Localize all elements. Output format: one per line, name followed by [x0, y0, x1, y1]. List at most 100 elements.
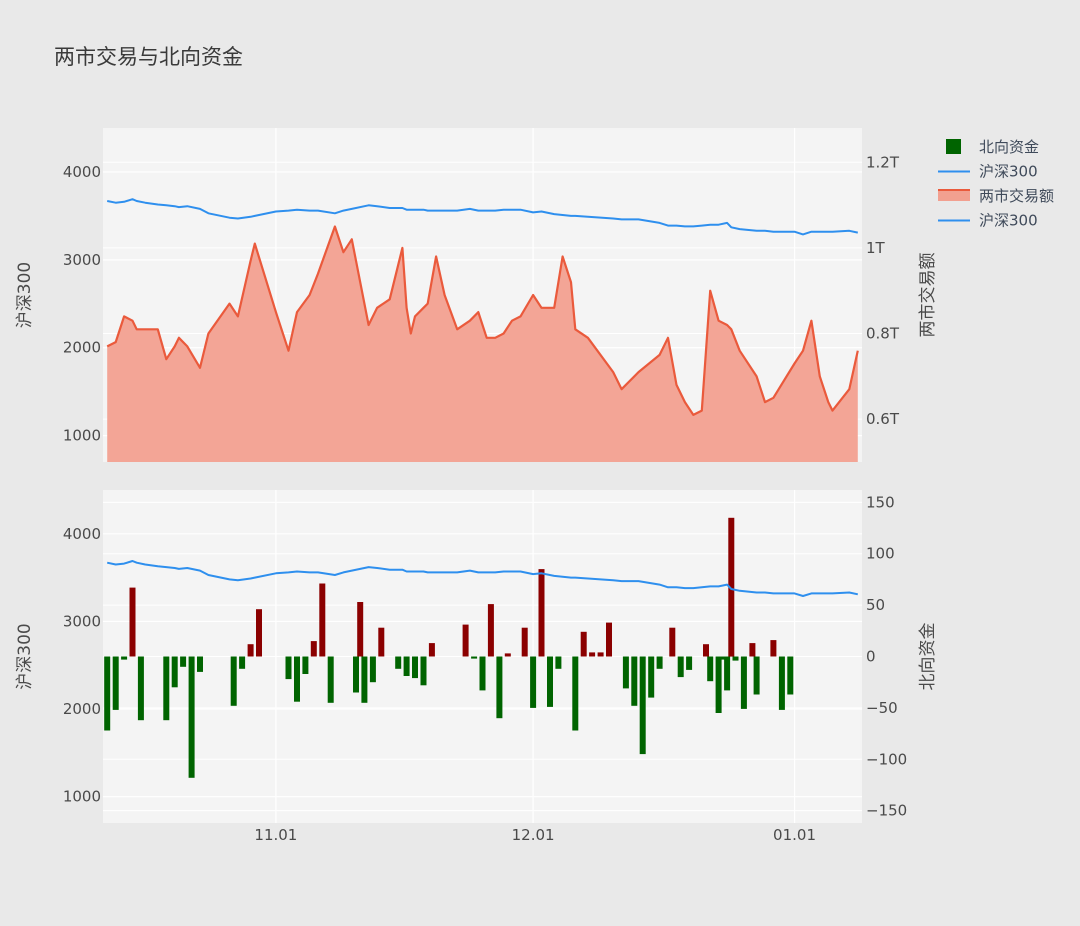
northbound-bar [580, 631, 587, 657]
northbound-bar [420, 656, 427, 686]
legend-swatch-square [946, 139, 961, 154]
northbound-bar [327, 656, 334, 703]
northbound-bar [129, 587, 136, 657]
northbound-bar [669, 627, 676, 657]
northbound-bar [403, 656, 410, 676]
legend-label: 北向资金 [979, 138, 1039, 156]
northbound-bar [479, 656, 486, 691]
y-left-axis-title: 沪深300 [15, 623, 35, 689]
northbound-bar [353, 656, 359, 693]
x-tick-label: 11.01 [254, 826, 297, 844]
northbound-bar [462, 624, 469, 657]
northbound-bar [631, 656, 638, 706]
y-right-tick-label: 100 [866, 545, 895, 563]
legend-label: 沪深300 [979, 212, 1038, 230]
northbound-bar [487, 604, 494, 657]
northbound-bar [724, 656, 731, 691]
northbound-bar [753, 656, 760, 695]
northbound-bar [319, 583, 326, 657]
northbound-bar [294, 656, 300, 702]
y-right-tick-label: 150 [866, 493, 895, 511]
northbound-bar [256, 609, 262, 657]
chart-title: 两市交易与北向资金 [54, 45, 243, 69]
northbound-bar [606, 622, 612, 657]
northbound-bar [188, 656, 195, 778]
northbound-bar [715, 656, 722, 713]
northbound-bar [656, 656, 663, 669]
northbound-bar [521, 627, 528, 657]
y-right-tick-label: 0.8T [866, 325, 900, 343]
northbound-bar [104, 656, 111, 731]
northbound-bar [504, 653, 511, 657]
legend-swatch-area [938, 190, 970, 201]
northbound-bar [648, 656, 655, 698]
y-left-tick-label: 2000 [63, 700, 101, 718]
northbound-bar [597, 652, 604, 657]
northbound-bar [137, 656, 144, 721]
northbound-bar [230, 656, 237, 706]
chart-figure: 两市交易与北向资金 1000 2000 3000 4000 0.6T 0.8T 1T 1.2T… [0, 0, 1080, 926]
y-right-tick-label: 0 [866, 648, 876, 666]
northbound-bar [732, 656, 739, 661]
northbound-bar [707, 656, 714, 682]
northbound-bar [639, 656, 646, 755]
northbound-bar [778, 656, 785, 710]
northbound-bar [239, 656, 246, 669]
northbound-bar [357, 602, 364, 657]
legend-label: 两市交易额 [979, 187, 1054, 205]
legend-label: 沪深300 [979, 163, 1038, 181]
northbound-bar [112, 656, 119, 710]
y-left-axis-title: 沪深300 [15, 262, 35, 328]
northbound-bar [496, 656, 503, 719]
y-left-tick-label: 3000 [63, 251, 101, 269]
y-right-tick-label: −100 [866, 750, 907, 768]
northbound-bar [369, 656, 376, 683]
northbound-bar [247, 644, 254, 657]
northbound-bar [361, 656, 368, 703]
y-right-tick-label: −50 [866, 699, 898, 717]
northbound-bar [121, 656, 128, 660]
northbound-bar [471, 656, 478, 659]
y-right-axis-title: 两市交易额 [918, 253, 938, 338]
y-left-tick-label: 1000 [63, 427, 101, 445]
x-tick-label: 12.01 [512, 826, 555, 844]
y-right-axis-title: 北向资金 [918, 623, 938, 691]
northbound-bar [163, 656, 170, 721]
northbound-bar [677, 656, 684, 678]
northbound-bar [686, 656, 693, 670]
y-right-tick-label: 1.2T [866, 153, 900, 171]
northbound-bar [395, 656, 402, 669]
y-left-tick-label: 2000 [63, 339, 101, 357]
northbound-bar [547, 656, 553, 707]
y-left-tick-label: 3000 [63, 612, 101, 630]
northbound-bar [171, 656, 178, 688]
northbound-bar [197, 656, 203, 672]
northbound-bar [622, 656, 629, 689]
northbound-bar [285, 656, 292, 680]
northbound-bar [538, 569, 545, 657]
northbound-bar [740, 656, 747, 709]
y-right-tick-label: 1T [866, 239, 886, 257]
northbound-bar [703, 644, 709, 657]
chart-canvas: 两市交易与北向资金 10002000300040000.6T0.8T1T1.2T… [15, 45, 1054, 844]
northbound-bar [428, 643, 435, 657]
y-left-tick-label: 4000 [63, 163, 101, 181]
y-left-tick-label: 1000 [63, 788, 101, 806]
northbound-bar [412, 656, 418, 679]
northbound-bar [310, 641, 317, 657]
northbound-bar [589, 652, 596, 657]
northbound-bar [555, 656, 562, 669]
northbound-bar [787, 656, 794, 695]
northbound-bar [378, 627, 385, 657]
northbound-bar [770, 640, 777, 657]
x-tick-label: 01.01 [773, 826, 816, 844]
northbound-bar [180, 656, 187, 667]
y-left-tick-label: 4000 [63, 525, 101, 543]
northbound-bar [302, 656, 309, 674]
northbound-bar [530, 656, 537, 708]
y-right-tick-label: 50 [866, 596, 885, 614]
y-right-tick-label: 0.6T [866, 410, 900, 428]
northbound-bar [749, 643, 756, 657]
northbound-bar [572, 656, 579, 731]
y-right-tick-label: −150 [866, 802, 907, 820]
